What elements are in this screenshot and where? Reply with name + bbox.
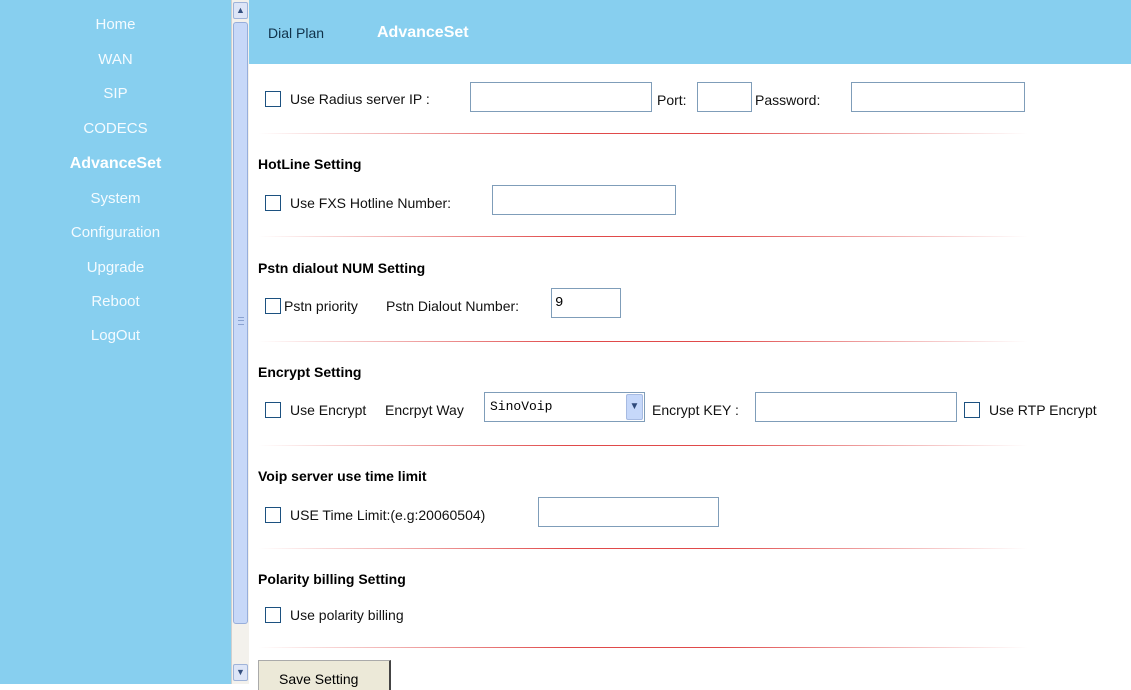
- scroll-down-arrow-icon[interactable]: ▼: [233, 664, 248, 681]
- hotline-section-title: HotLine Setting: [258, 156, 362, 172]
- use-fxs-hotline-checkbox[interactable]: [265, 195, 281, 211]
- header-bar: Dial Plan AdvanceSet: [249, 0, 1131, 64]
- divider: [258, 647, 1028, 648]
- use-time-limit-checkbox[interactable]: [265, 507, 281, 523]
- use-radius-checkbox[interactable]: [265, 91, 281, 107]
- encrypt-key-input[interactable]: [755, 392, 957, 422]
- save-setting-button[interactable]: Save Setting: [258, 660, 391, 690]
- use-polarity-billing-checkbox[interactable]: [265, 607, 281, 623]
- grip-icon: [238, 317, 244, 325]
- scroll-up-arrow-icon[interactable]: ▲: [233, 2, 248, 19]
- password-input[interactable]: [851, 82, 1025, 112]
- pstn-dialout-number-input[interactable]: [551, 288, 621, 318]
- sidebar-item-home[interactable]: Home: [0, 15, 231, 35]
- time-limit-input[interactable]: [538, 497, 719, 527]
- scrollbar-thumb[interactable]: [233, 22, 248, 624]
- sidebar: Home WAN SIP CODECS AdvanceSet System Co…: [0, 0, 231, 684]
- vertical-scrollbar[interactable]: ▲ ▼: [231, 0, 249, 684]
- time-limit-section-title: Voip server use time limit: [258, 468, 427, 484]
- polarity-section-title: Polarity billing Setting: [258, 571, 406, 587]
- divider: [258, 341, 1028, 342]
- sidebar-item-upgrade[interactable]: Upgrade: [0, 258, 231, 278]
- pstn-priority-label: Pstn priority: [284, 298, 358, 314]
- encrypt-way-value: SinoVoip: [490, 399, 553, 414]
- use-encrypt-label: Use Encrypt: [290, 402, 367, 418]
- divider: [258, 133, 1028, 134]
- sidebar-item-configuration[interactable]: Configuration: [0, 223, 231, 243]
- pstn-dialout-number-label: Pstn Dialout Number:: [386, 298, 520, 314]
- use-rtp-encrypt-label: Use RTP Encrypt: [989, 402, 1097, 418]
- divider: [258, 548, 1028, 549]
- pstn-priority-checkbox[interactable]: [265, 298, 281, 314]
- radius-server-ip-label: Use Radius server IP :: [290, 91, 430, 107]
- sidebar-item-system[interactable]: System: [0, 189, 231, 209]
- divider: [258, 445, 1028, 446]
- tab-dial-plan[interactable]: Dial Plan: [268, 23, 324, 43]
- port-input[interactable]: [697, 82, 752, 112]
- radius-server-ip-input[interactable]: [470, 82, 652, 112]
- fxs-hotline-label: Use FXS Hotline Number:: [290, 195, 452, 211]
- time-limit-label: USE Time Limit:(e.g:20060504): [290, 507, 486, 523]
- chevron-down-icon[interactable]: ▼: [626, 394, 643, 420]
- sidebar-item-reboot[interactable]: Reboot: [0, 292, 231, 312]
- sidebar-item-wan[interactable]: WAN: [0, 50, 231, 70]
- encrypt-way-label: Encrpyt Way: [385, 402, 464, 418]
- sidebar-item-logout[interactable]: LogOut: [0, 326, 231, 346]
- password-label: Password:: [755, 92, 821, 108]
- divider: [258, 236, 1028, 237]
- use-rtp-encrypt-checkbox[interactable]: [964, 402, 980, 418]
- pstn-section-title: Pstn dialout NUM Setting: [258, 260, 426, 276]
- fxs-hotline-number-input[interactable]: [492, 185, 676, 215]
- use-encrypt-checkbox[interactable]: [265, 402, 281, 418]
- encrypt-way-select[interactable]: SinoVoip ▼: [484, 392, 645, 422]
- sidebar-item-codecs[interactable]: CODECS: [0, 119, 231, 139]
- port-label: Port:: [657, 92, 687, 108]
- encrypt-key-label: Encrypt KEY :: [652, 402, 739, 418]
- sidebar-item-sip[interactable]: SIP: [0, 84, 231, 104]
- tab-advanceset[interactable]: AdvanceSet: [377, 23, 469, 43]
- encrypt-section-title: Encrypt Setting: [258, 364, 362, 380]
- sidebar-item-advanceset[interactable]: AdvanceSet: [0, 154, 231, 174]
- polarity-billing-label: Use polarity billing: [290, 607, 404, 623]
